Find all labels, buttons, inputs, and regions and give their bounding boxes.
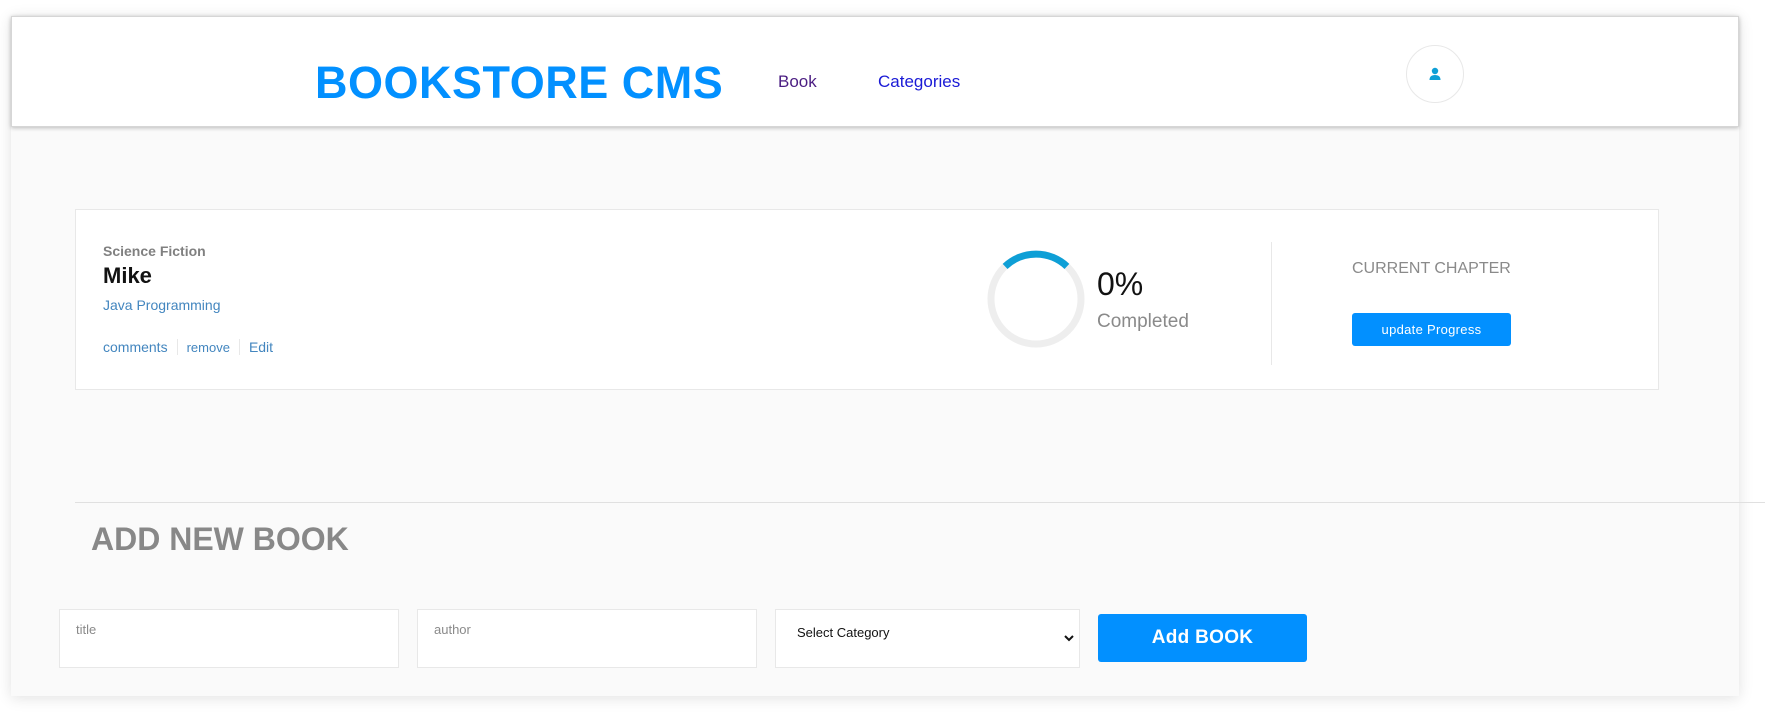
section-divider (75, 502, 1765, 503)
progress-ring-track (987, 250, 1085, 348)
book-author: Java Programming (103, 297, 221, 313)
book-card: Science Fiction Mike Java Programming co… (75, 209, 1659, 390)
update-progress-button[interactable]: update Progress (1352, 313, 1511, 346)
current-chapter-label: CURRENT CHAPTER (1352, 260, 1511, 277)
book-actions: comments remove Edit (103, 339, 273, 355)
card-divider (1271, 242, 1272, 365)
title-input[interactable] (59, 609, 399, 668)
author-input[interactable] (417, 609, 757, 668)
category-select-value: Select Category (797, 625, 890, 640)
progress-completed-label: Completed (1097, 311, 1189, 332)
action-divider (176, 339, 178, 355)
user-avatar-button[interactable] (1406, 45, 1464, 103)
chevron-down-icon (1064, 635, 1074, 642)
add-book-heading: ADD NEW BOOK (91, 521, 349, 557)
comments-link[interactable]: comments (103, 339, 168, 355)
brand-logo-text[interactable]: BOOKSTORE CMS (315, 57, 723, 109)
nav-link-categories[interactable]: Categories (878, 72, 960, 92)
nav-link-book[interactable]: Book (778, 72, 817, 92)
category-select[interactable]: Select Category (775, 609, 1080, 668)
action-divider (238, 339, 240, 355)
book-genre: Science Fiction (103, 243, 206, 259)
book-title: Mike (103, 263, 152, 288)
user-icon (1429, 67, 1441, 80)
remove-link[interactable]: remove (187, 340, 230, 355)
edit-link[interactable]: Edit (249, 339, 273, 355)
progress-ring-arc (1002, 250, 1070, 270)
progress-ring (987, 250, 1085, 348)
progress-percent: 0% (1097, 266, 1144, 302)
top-navbar: BOOKSTORE CMS Book Categories (11, 16, 1739, 127)
add-book-button[interactable]: Add BOOK (1098, 614, 1307, 662)
